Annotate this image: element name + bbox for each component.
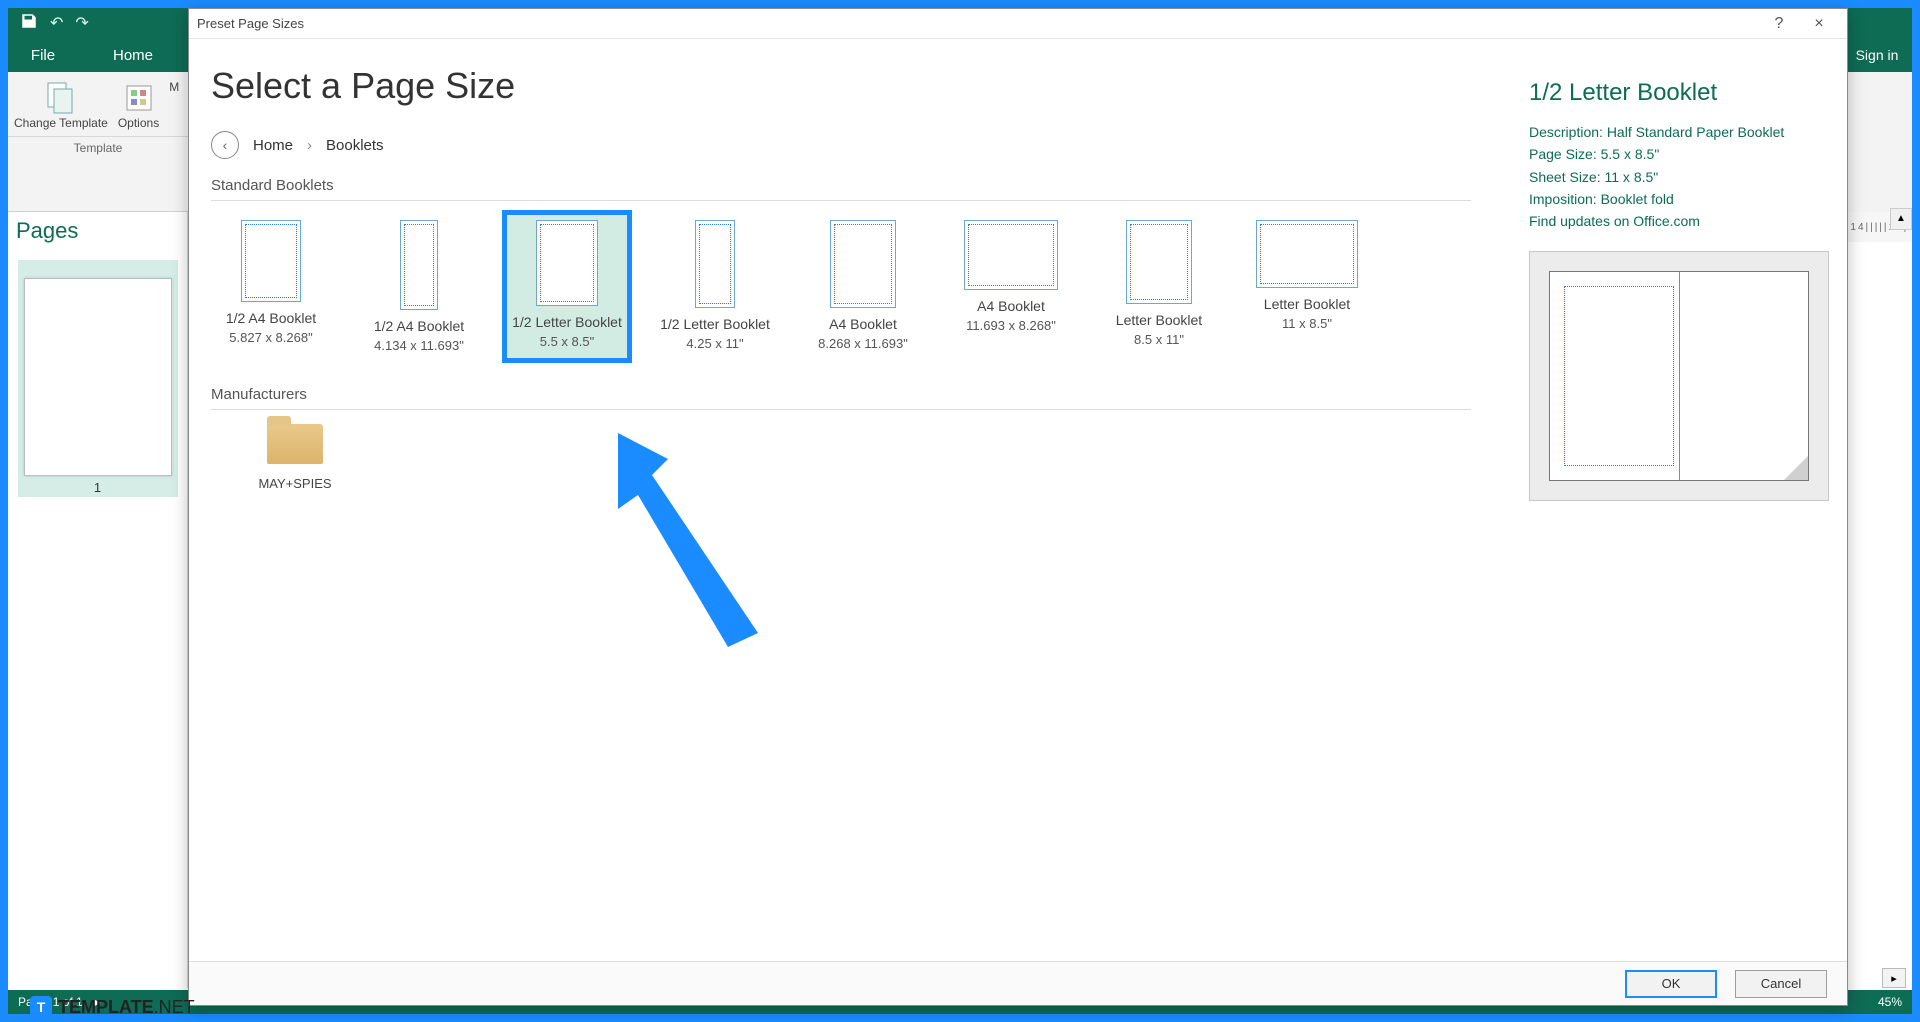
scroll-up-button[interactable]: ▲ bbox=[1890, 208, 1912, 230]
booklet-option[interactable]: 1/2 Letter Booklet 4.25 x 11" bbox=[655, 215, 775, 358]
booklet-name: Letter Booklet bbox=[1116, 312, 1202, 330]
booklet-thumb-icon bbox=[1126, 220, 1192, 304]
tab-home[interactable]: Home bbox=[78, 38, 188, 72]
booklet-option[interactable]: Letter Booklet 8.5 x 11" bbox=[1099, 215, 1219, 358]
detail-title: 1/2 Letter Booklet bbox=[1529, 79, 1829, 107]
cancel-button[interactable]: Cancel bbox=[1735, 970, 1827, 998]
breadcrumb-home[interactable]: Home bbox=[253, 137, 293, 154]
horizontal-scroll-right[interactable]: ▸ bbox=[1882, 968, 1906, 988]
booklet-name: 1/2 A4 Booklet bbox=[374, 318, 464, 336]
detail-updates-link[interactable]: Find updates on Office.com bbox=[1529, 213, 1829, 229]
watermark-logo-icon: T bbox=[30, 996, 52, 1018]
booklet-dims: 5.5 x 8.5" bbox=[540, 334, 594, 349]
section-rule bbox=[211, 409, 1471, 410]
options-label: Options bbox=[118, 116, 159, 130]
undo-icon[interactable]: ↶ bbox=[50, 13, 63, 33]
dialog-heading: Select a Page Size bbox=[211, 65, 1495, 107]
booklet-thumb-icon bbox=[1256, 220, 1358, 288]
pages-panel: Pages 1 bbox=[8, 212, 188, 988]
booklet-dims: 8.268 x 11.693" bbox=[818, 336, 908, 351]
booklet-thumb-icon bbox=[695, 220, 735, 308]
booklet-name: A4 Booklet bbox=[829, 316, 897, 334]
booklet-thumb-icon bbox=[241, 220, 301, 302]
booklet-dims: 5.827 x 8.268" bbox=[229, 330, 312, 345]
options-icon bbox=[121, 80, 157, 116]
breadcrumb-separator-icon: › bbox=[307, 137, 312, 154]
ribbon-more: M bbox=[169, 80, 179, 130]
folder-icon bbox=[267, 424, 323, 464]
booklet-grid: 1/2 A4 Booklet5.827 x 8.268"1/2 A4 Bookl… bbox=[211, 215, 1495, 358]
booklet-option[interactable]: A4 Booklet 11.693 x 8.268" bbox=[951, 215, 1071, 358]
section-rule bbox=[211, 200, 1471, 201]
booklet-name: 1/2 Letter Booklet bbox=[512, 314, 622, 332]
dialog-main: Select a Page Size ‹ Home › Booklets Sta… bbox=[189, 39, 1517, 961]
dialog-detail-pane: 1/2 Letter Booklet Description: Half Sta… bbox=[1517, 39, 1847, 961]
booklet-dims: 4.134 x 11.693" bbox=[374, 338, 464, 353]
ribbon: Change Template Options M Template bbox=[8, 72, 188, 212]
ribbon-group-label: Template bbox=[8, 136, 188, 155]
tab-file[interactable]: File bbox=[8, 38, 78, 72]
manufacturer-folder[interactable]: MAY+SPIES bbox=[235, 424, 355, 491]
status-zoom: 45% bbox=[1878, 995, 1902, 1009]
sign-in-link[interactable]: Sign in bbox=[1842, 38, 1912, 72]
save-icon[interactable] bbox=[20, 12, 38, 35]
dialog-buttons: OK Cancel bbox=[189, 961, 1847, 1005]
booklet-name: Letter Booklet bbox=[1264, 296, 1350, 314]
booklet-thumb-icon bbox=[964, 220, 1058, 290]
ribbon-tabs: File Home bbox=[8, 38, 188, 72]
booklet-name: 1/2 Letter Booklet bbox=[660, 316, 770, 334]
ribbon-right-sliver bbox=[1842, 72, 1912, 212]
page-thumb bbox=[24, 278, 172, 476]
dialog-titlebar: Preset Page Sizes ? × bbox=[189, 9, 1847, 39]
help-icon[interactable]: ? bbox=[1759, 15, 1799, 33]
breadcrumb: ‹ Home › Booklets bbox=[211, 131, 1495, 159]
booklet-thumb-icon bbox=[536, 220, 598, 306]
options-button[interactable]: Options bbox=[118, 80, 159, 130]
breadcrumb-current: Booklets bbox=[326, 137, 384, 154]
booklet-dims: 11 x 8.5" bbox=[1282, 316, 1332, 331]
template-icon bbox=[43, 80, 79, 116]
watermark: T TEMPLATE.NET bbox=[30, 996, 195, 1018]
change-template-button[interactable]: Change Template bbox=[14, 80, 108, 130]
detail-description: Description: Half Standard Paper Booklet bbox=[1529, 121, 1829, 143]
booklet-dims: 8.5 x 11" bbox=[1134, 332, 1184, 347]
page-number: 1 bbox=[22, 480, 174, 495]
close-icon[interactable]: × bbox=[1799, 15, 1839, 33]
section-standard-booklets: Standard Booklets bbox=[211, 177, 1495, 194]
ok-button[interactable]: OK bbox=[1625, 970, 1717, 998]
detail-imposition: Imposition: Booklet fold bbox=[1529, 188, 1829, 210]
booklet-name: 1/2 A4 Booklet bbox=[226, 310, 316, 328]
booklet-name: A4 Booklet bbox=[977, 298, 1045, 316]
breadcrumb-back-icon[interactable]: ‹ bbox=[211, 131, 239, 159]
booklet-option[interactable]: 1/2 A4 Booklet 4.134 x 11.693" bbox=[359, 215, 479, 358]
booklet-option[interactable]: Letter Booklet 11 x 8.5" bbox=[1247, 215, 1367, 358]
booklet-thumb-icon bbox=[830, 220, 896, 308]
redo-icon[interactable]: ↷ bbox=[75, 13, 88, 33]
page-thumb-selected[interactable]: 1 bbox=[18, 260, 178, 497]
preset-page-sizes-dialog: Preset Page Sizes ? × Select a Page Size… bbox=[188, 8, 1848, 1006]
detail-page-size: Page Size: 5.5 x 8.5" bbox=[1529, 143, 1829, 165]
app-frame: ↶ ↷ File Home Sign in Change Template Op… bbox=[8, 8, 1912, 1014]
folder-label: MAY+SPIES bbox=[258, 476, 331, 491]
detail-sheet-size: Sheet Size: 11 x 8.5" bbox=[1529, 166, 1829, 188]
booklet-dims: 11.693 x 8.268" bbox=[966, 318, 1056, 333]
booklet-thumb-icon bbox=[400, 220, 438, 310]
booklet-option[interactable]: A4 Booklet 8.268 x 11.693" bbox=[803, 215, 923, 358]
booklet-dims: 4.25 x 11" bbox=[686, 336, 743, 351]
preview-booklet-icon bbox=[1549, 271, 1809, 481]
section-manufacturers: Manufacturers bbox=[211, 386, 1495, 403]
dialog-title: Preset Page Sizes bbox=[197, 16, 1759, 31]
pages-panel-title: Pages bbox=[8, 212, 187, 250]
booklet-option[interactable]: 1/2 A4 Booklet 5.827 x 8.268" bbox=[211, 215, 331, 358]
booklet-option[interactable]: 1/2 Letter Booklet 5.5 x 8.5" bbox=[507, 215, 627, 358]
detail-preview bbox=[1529, 251, 1829, 501]
change-template-label: Change Template bbox=[14, 116, 108, 130]
quick-access-toolbar: ↶ ↷ bbox=[8, 8, 188, 38]
